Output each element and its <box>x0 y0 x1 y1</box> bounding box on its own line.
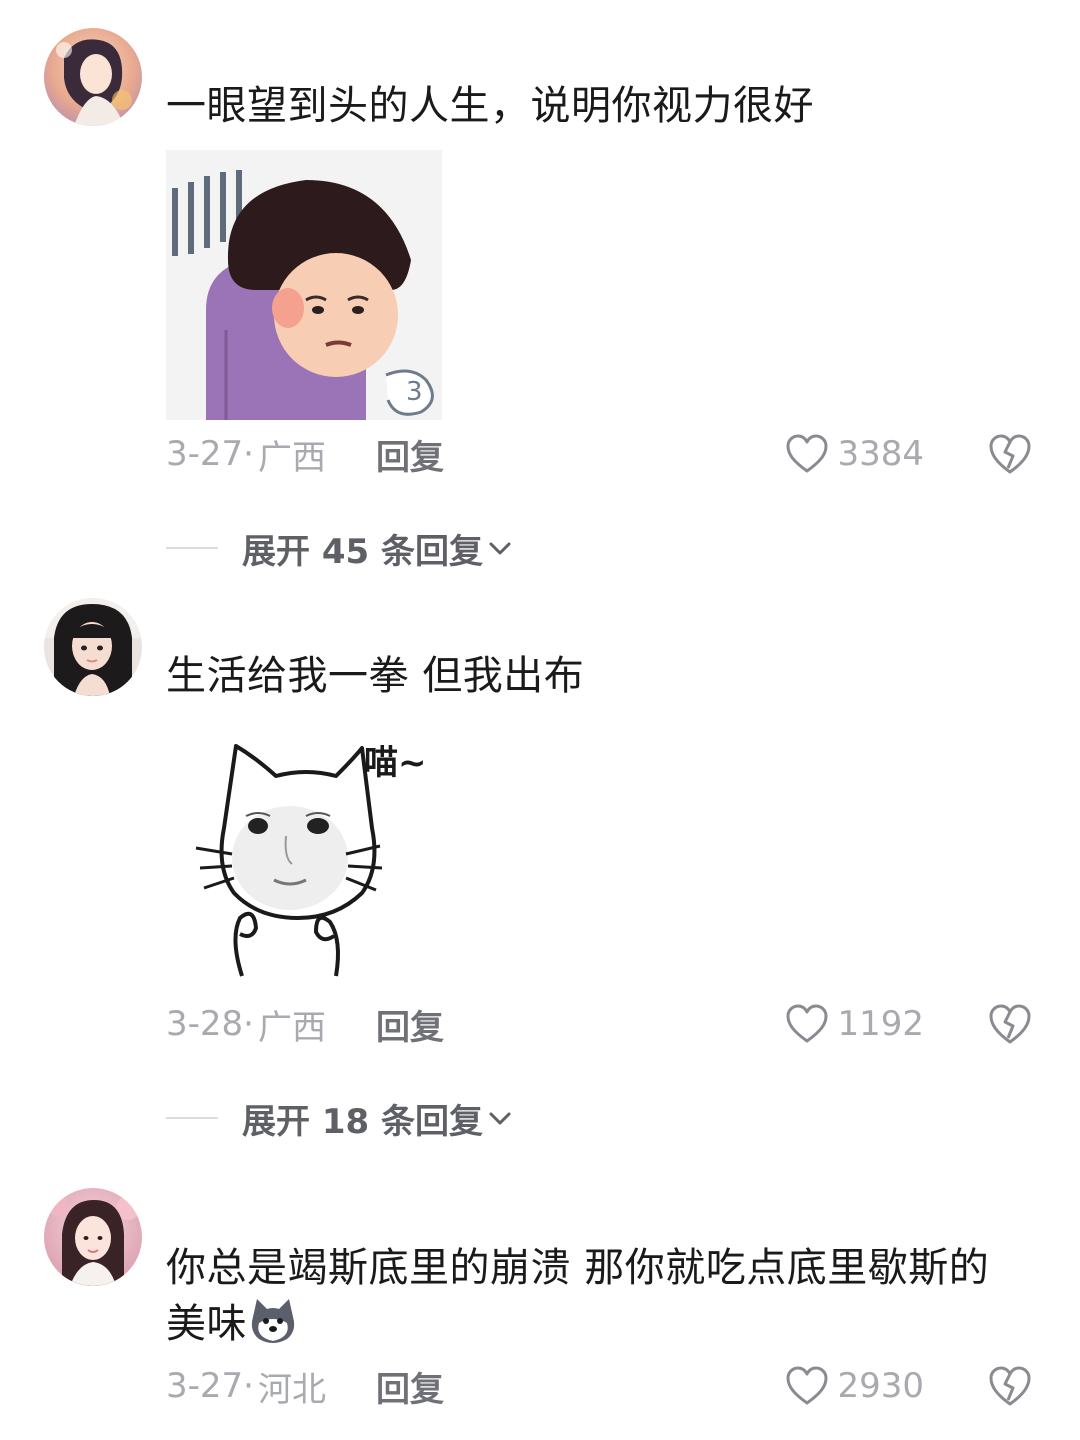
comment-date: 3-27· <box>166 434 254 474</box>
chevron-down-icon <box>489 1112 511 1125</box>
comment-region: 河北 <box>257 1369 326 1410</box>
like-count: 1192 <box>837 1004 924 1044</box>
reply-button[interactable]: 回复 <box>376 430 444 479</box>
comment-text-tail: 美味 <box>166 1301 247 1347</box>
reply-button[interactable]: 回复 <box>376 1000 444 1049</box>
divider-line <box>166 1117 218 1119</box>
divider-line <box>166 547 218 549</box>
comment-text-line: 美味 <box>166 1296 1040 1352</box>
expand-label: 展开 45 条回复 <box>242 531 483 572</box>
comment-text: 你总是竭斯底里的崩溃 那你就吃点底里歇斯的 美味 <box>166 1240 1040 1352</box>
comment-region: 广西 <box>257 437 326 478</box>
heart-outline-icon <box>786 434 828 473</box>
comment-text: 一眼望到头的人生，说明你视力很好 <box>166 83 814 129</box>
comment-meta: 3-28· 广西 回复 <box>166 1000 444 1048</box>
dislike-button[interactable] <box>988 1002 1032 1046</box>
like-button[interactable]: 2930 <box>785 1362 924 1410</box>
avatar[interactable] <box>44 28 142 126</box>
avatar[interactable] <box>44 598 142 696</box>
like-button[interactable]: 1192 <box>785 1000 924 1048</box>
dislike-button[interactable] <box>988 1364 1032 1408</box>
dog-emoji <box>247 1297 299 1345</box>
chevron-down-icon <box>489 542 511 555</box>
broken-heart-icon <box>989 434 1031 474</box>
svg-text:3: 3 <box>406 377 423 407</box>
comment-sticker[interactable]: 3 <box>166 150 442 420</box>
dislike-button[interactable] <box>988 432 1032 476</box>
comment-date: 3-28· <box>166 1004 254 1044</box>
comment-text-line: 你总是竭斯底里的崩溃 那你就吃点底里歇斯的 <box>166 1245 990 1291</box>
comment-meta: 3-27· 河北 回复 <box>166 1362 444 1410</box>
expand-replies[interactable]: 展开 18 条回复 <box>166 1096 513 1142</box>
expand-label: 展开 18 条回复 <box>242 1101 483 1142</box>
like-count: 3384 <box>837 434 924 474</box>
avatar[interactable] <box>44 1188 142 1286</box>
sticker-text: 喵~ <box>364 743 427 783</box>
reply-button[interactable]: 回复 <box>376 1362 444 1411</box>
comment-sticker[interactable]: 喵~ <box>166 718 442 988</box>
broken-heart-icon <box>989 1366 1031 1406</box>
like-count: 2930 <box>837 1366 924 1406</box>
comment-region: 广西 <box>257 1007 326 1048</box>
expand-replies[interactable]: 展开 45 条回复 <box>166 526 513 572</box>
comment-text: 生活给我一拳 但我出布 <box>166 653 585 699</box>
broken-heart-icon <box>989 1004 1031 1044</box>
heart-outline-icon <box>786 1366 828 1405</box>
like-button[interactable]: 3384 <box>785 430 924 478</box>
comment-meta: 3-27· 广西 回复 <box>166 430 444 478</box>
comment-date: 3-27· <box>166 1366 254 1406</box>
heart-outline-icon <box>786 1004 828 1043</box>
